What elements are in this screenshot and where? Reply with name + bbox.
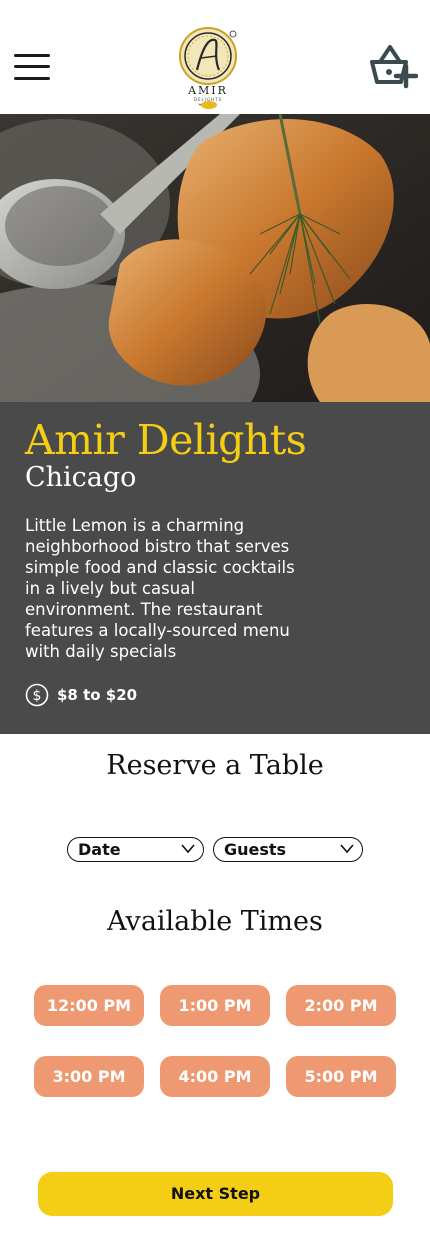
time-slot-button[interactable]: 2:00 PM bbox=[286, 985, 396, 1026]
time-slot-button[interactable]: 3:00 PM bbox=[34, 1056, 144, 1097]
time-slot-button[interactable]: 12:00 PM bbox=[34, 985, 144, 1026]
next-step-button[interactable]: Next Step bbox=[38, 1172, 393, 1216]
basket-add-icon[interactable] bbox=[366, 42, 419, 90]
menu-line bbox=[14, 65, 50, 68]
price-range: $ $8 to $20 bbox=[25, 683, 137, 707]
reserve-table-title: Reserve a Table bbox=[106, 750, 324, 781]
restaurant-description: Little Lemon is a charming neighborhood … bbox=[25, 516, 295, 661]
logo-emblem-icon bbox=[179, 27, 237, 85]
hero-image bbox=[0, 114, 430, 402]
menu-line bbox=[14, 54, 50, 57]
guests-select[interactable]: Guests bbox=[213, 837, 363, 862]
dollar-circle-icon: $ bbox=[25, 683, 49, 707]
restaurant-city: Chicago bbox=[25, 462, 137, 493]
time-slot-button[interactable]: 5:00 PM bbox=[286, 1056, 396, 1097]
restaurant-name: Amir Delights bbox=[25, 416, 307, 464]
date-select-label: Date bbox=[78, 840, 121, 859]
available-times-title: Available Times bbox=[107, 906, 323, 937]
logo[interactable]: AMIR DELIGHTS bbox=[175, 26, 245, 110]
price-range-text: $8 to $20 bbox=[57, 686, 138, 704]
logo-text: AMIR bbox=[188, 84, 228, 97]
time-slot-button[interactable]: 4:00 PM bbox=[160, 1056, 270, 1097]
lemon-icon bbox=[199, 101, 217, 109]
header: AMIR DELIGHTS bbox=[0, 0, 430, 114]
chevron-down-icon bbox=[181, 844, 195, 854]
restaurant-info-panel: Amir Delights Chicago Little Lemon is a … bbox=[0, 402, 430, 734]
menu-line bbox=[14, 77, 50, 80]
date-select[interactable]: Date bbox=[67, 837, 204, 862]
time-slot-button[interactable]: 1:00 PM bbox=[160, 985, 270, 1026]
guests-select-label: Guests bbox=[224, 840, 287, 859]
chevron-down-icon bbox=[340, 844, 354, 854]
svg-text:$: $ bbox=[33, 688, 42, 704]
hamburger-menu-icon[interactable] bbox=[14, 52, 52, 82]
